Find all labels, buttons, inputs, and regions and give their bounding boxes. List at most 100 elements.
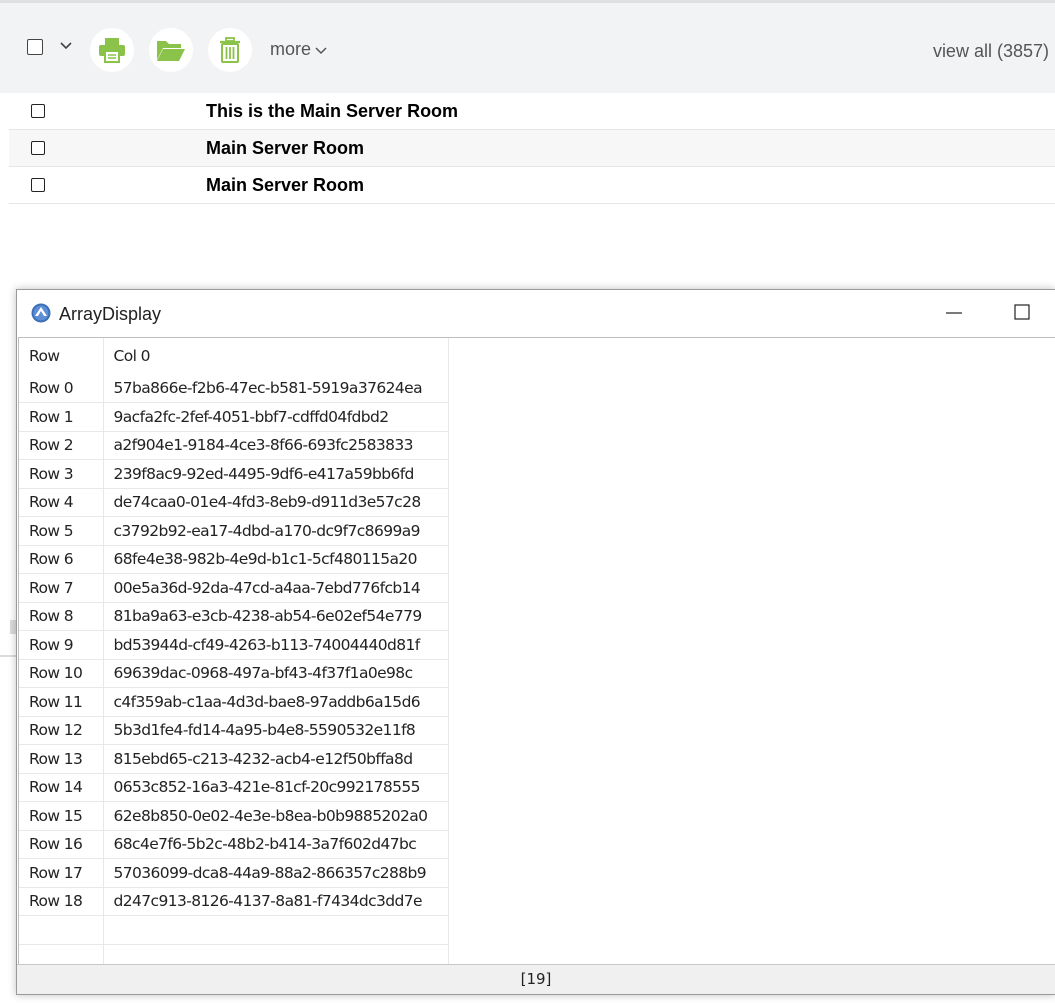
cell-value[interactable]: 68c4e7f6-5b2c-48b2-b414-3a7f602d47bc (103, 830, 449, 859)
table-row[interactable]: Row 18 d247c913-8126-4137-8a81-f7434dc3dd… (19, 887, 449, 916)
mail-row-checkbox[interactable] (31, 104, 45, 118)
print-button[interactable] (90, 28, 134, 72)
column-header-col0[interactable]: Col 0 (103, 338, 449, 374)
view-all-link[interactable]: view all (3857) (933, 41, 1049, 62)
status-bar: [19] (17, 964, 1055, 994)
cell-value[interactable]: 57ba866e-f2b6-47ec-b581-5919a37624ea (103, 374, 449, 403)
table-row[interactable]: Row 17 57036099-dca8-44a9-88a2-866357c288… (19, 858, 449, 888)
cell-value[interactable]: 57036099-dca8-44a9-88a2-866357c288b9 (103, 858, 449, 888)
background-divider (0, 655, 16, 657)
chevron-down-icon (315, 46, 327, 54)
table-row[interactable]: Row 5 c3792b92-ea17-4dbd-a170-dc9f7c8699a… (19, 516, 449, 546)
maximize-icon[interactable] (1013, 303, 1031, 321)
table-row[interactable]: Row 3 239f8ac9-92ed-4495-9df6-e417a59bb6f… (19, 459, 449, 489)
cell-value[interactable]: 62e8b850-0e02-4e3e-b8ea-b0b9885202a0 (103, 801, 449, 831)
row-label: Row 13 (19, 744, 104, 774)
mail-list: This is the Main Server Room Main Server… (9, 93, 1055, 204)
mail-row[interactable]: This is the Main Server Room (9, 93, 1055, 130)
folder-open-icon (157, 41, 185, 61)
mail-subject[interactable]: Main Server Room (206, 175, 364, 196)
row-label: Row 17 (19, 858, 104, 888)
trash-icon (220, 37, 240, 63)
row-label: Row 1 (19, 402, 104, 432)
array-display-window: ArrayDisplay Row Col 0 Row 0 57ba866e-f2b… (16, 289, 1055, 995)
row-label: Row 10 (19, 659, 104, 688)
row-count: [19] (520, 970, 552, 988)
mail-subject[interactable]: Main Server Room (206, 138, 364, 159)
array-table: Row Col 0 Row 0 57ba866e-f2b6-47ec-b581-5… (19, 338, 449, 965)
window-title: ArrayDisplay (59, 304, 162, 324)
table-row-empty[interactable] (19, 915, 449, 945)
row-label: Row 5 (19, 516, 104, 546)
column-header-row[interactable]: Row (19, 338, 104, 374)
row-label: Row 6 (19, 545, 104, 574)
cell-value[interactable] (103, 944, 449, 965)
cell-value[interactable] (103, 915, 449, 945)
delete-button[interactable] (208, 28, 252, 72)
cell-value[interactable]: 69639dac-0968-497a-bf43-4f37f1a0e98c (103, 659, 449, 688)
row-label: Row 7 (19, 573, 104, 603)
cell-value[interactable]: a2f904e1-9184-4ce3-8f66-693fc2583833 (103, 431, 449, 460)
table-row[interactable]: Row 1 9acfa2fc-2fef-4051-bbf7-cdffd04fdbd… (19, 402, 449, 432)
app-logo-icon (31, 303, 51, 323)
table-row[interactable]: Row 13 815ebd65-c213-4232-acb4-e12f50bffa… (19, 744, 449, 774)
row-label: Row 16 (19, 830, 104, 859)
minimize-icon[interactable] (944, 302, 964, 322)
table-row[interactable]: Row 0 57ba866e-f2b6-47ec-b581-5919a37624e… (19, 374, 449, 403)
table-row[interactable]: Row 7 00e5a36d-92da-47cd-a4aa-7ebd776fcb1… (19, 573, 449, 603)
cell-value[interactable]: c4f359ab-c1aa-4d3d-bae8-97addb6a15d6 (103, 687, 449, 717)
printer-icon (99, 38, 125, 63)
move-to-folder-button[interactable] (149, 28, 193, 72)
table-row[interactable]: Row 8 81ba9a63-e3cb-4238-ab54-6e02ef54e77… (19, 602, 449, 631)
select-all-checkbox[interactable] (27, 39, 43, 55)
array-grid[interactable]: Row Col 0 Row 0 57ba866e-f2b6-47ec-b581-5… (18, 337, 1055, 965)
table-row[interactable]: Row 12 5b3d1fe4-fd14-4a95-b4e8-5590532e11… (19, 716, 449, 745)
cell-value[interactable]: bd53944d-cf49-4263-b113-74004440d81f (103, 630, 449, 660)
table-row[interactable]: Row 15 62e8b850-0e02-4e3e-b8ea-b0b9885202… (19, 801, 449, 831)
cell-value[interactable]: 815ebd65-c213-4232-acb4-e12f50bffa8d (103, 744, 449, 774)
cell-value[interactable]: c3792b92-ea17-4dbd-a170-dc9f7c8699a9 (103, 516, 449, 546)
row-label: Row 9 (19, 630, 104, 660)
cell-value[interactable]: d247c913-8126-4137-8a81-f7434dc3dd7e (103, 887, 449, 916)
row-label: Row 12 (19, 716, 104, 745)
table-row[interactable]: Row 2 a2f904e1-9184-4ce3-8f66-693fc258383… (19, 431, 449, 460)
window-titlebar[interactable]: ArrayDisplay (17, 290, 1055, 336)
more-label: more (270, 39, 312, 59)
mail-row[interactable]: Main Server Room (9, 167, 1055, 204)
mail-subject[interactable]: This is the Main Server Room (206, 101, 458, 122)
row-label: Row 18 (19, 887, 104, 916)
mail-toolbar: more view all (3857) (0, 0, 1055, 93)
table-row-empty[interactable] (19, 944, 449, 965)
table-row[interactable]: Row 11 c4f359ab-c1aa-4d3d-bae8-97addb6a15… (19, 687, 449, 717)
cell-value[interactable]: 0653c852-16a3-421e-81cf-20c992178555 (103, 773, 449, 802)
table-row[interactable]: Row 6 68fe4e38-982b-4e9d-b1c1-5cf480115a2… (19, 545, 449, 574)
row-label: Row 4 (19, 488, 104, 517)
row-label: Row 15 (19, 801, 104, 831)
chevron-down-icon[interactable] (58, 39, 74, 53)
mail-row-checkbox[interactable] (31, 141, 45, 155)
row-label: Row 0 (19, 374, 104, 403)
row-label: Row 8 (19, 602, 104, 631)
row-label: Row 11 (19, 687, 104, 717)
table-row[interactable]: Row 14 0653c852-16a3-421e-81cf-20c9921785… (19, 773, 449, 802)
more-menu-button[interactable]: more (270, 39, 327, 60)
table-row[interactable]: Row 10 69639dac-0968-497a-bf43-4f37f1a0e9… (19, 659, 449, 688)
row-label (19, 944, 104, 965)
table-row[interactable]: Row 16 68c4e7f6-5b2c-48b2-b414-3a7f602d47… (19, 830, 449, 859)
cell-value[interactable]: 5b3d1fe4-fd14-4a95-b4e8-5590532e11f8 (103, 716, 449, 745)
cell-value[interactable]: 00e5a36d-92da-47cd-a4aa-7ebd776fcb14 (103, 573, 449, 603)
row-label: Row 2 (19, 431, 104, 460)
cell-value[interactable]: 239f8ac9-92ed-4495-9df6-e417a59bb6fd (103, 459, 449, 489)
cell-value[interactable]: 68fe4e38-982b-4e9d-b1c1-5cf480115a20 (103, 545, 449, 574)
cell-value[interactable]: 9acfa2fc-2fef-4051-bbf7-cdffd04fdbd2 (103, 402, 449, 432)
table-row[interactable]: Row 9 bd53944d-cf49-4263-b113-74004440d81… (19, 630, 449, 660)
cell-value[interactable]: 81ba9a63-e3cb-4238-ab54-6e02ef54e779 (103, 602, 449, 631)
cell-value[interactable]: de74caa0-01e4-4fd3-8eb9-d911d3e57c28 (103, 488, 449, 517)
row-label: Row 3 (19, 459, 104, 489)
mail-row-checkbox[interactable] (31, 178, 45, 192)
mail-row[interactable]: Main Server Room (9, 130, 1055, 167)
row-label: Row 14 (19, 773, 104, 802)
table-header-row: Row Col 0 (19, 338, 449, 374)
row-label (19, 915, 104, 945)
table-row[interactable]: Row 4 de74caa0-01e4-4fd3-8eb9-d911d3e57c2… (19, 488, 449, 517)
